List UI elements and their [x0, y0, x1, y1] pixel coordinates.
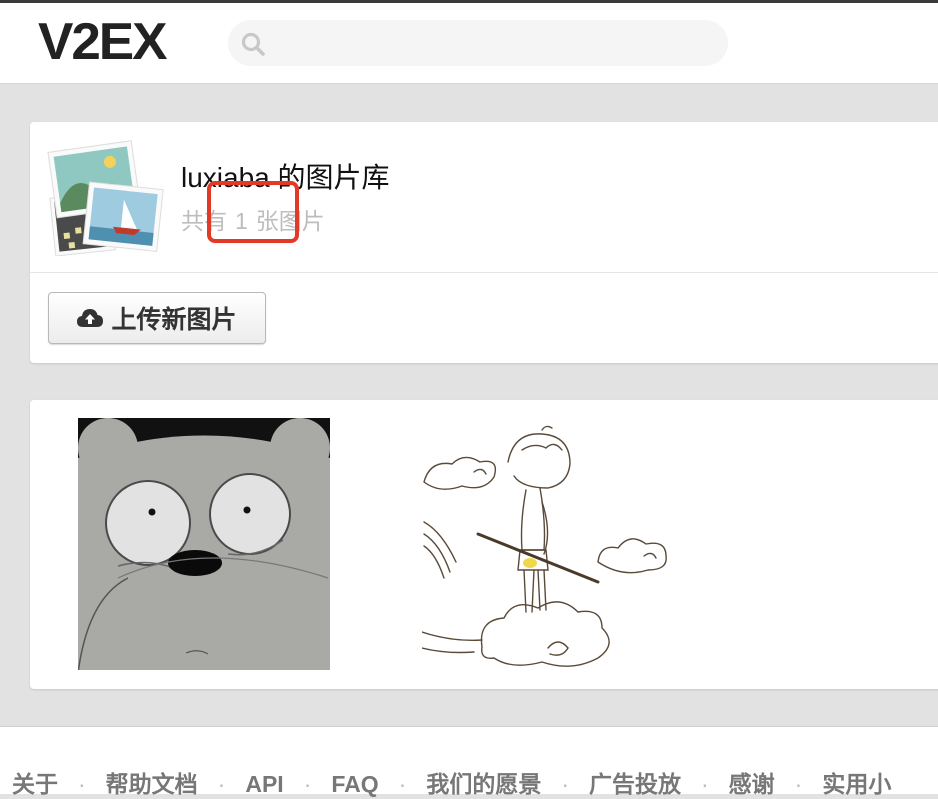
- upload-image-button[interactable]: 上传新图片: [48, 292, 266, 344]
- footer-link-about[interactable]: 关于: [12, 771, 58, 797]
- separator-dot: ·: [700, 771, 709, 797]
- bear-face-image[interactable]: [78, 418, 330, 670]
- photo-gallery-icon: [47, 140, 164, 256]
- v2ex-logo[interactable]: V2EX: [38, 13, 168, 71]
- search-icon: [241, 32, 265, 56]
- footer-link-advertise[interactable]: 广告投放: [589, 771, 681, 797]
- boy-on-cloud-sketch-image[interactable]: [422, 422, 684, 672]
- separator-dot: ·: [794, 771, 803, 797]
- separator-dot: ·: [303, 771, 312, 797]
- separator-dot: ·: [398, 771, 407, 797]
- top-header: V2EX: [0, 3, 938, 84]
- footer-link-help-docs[interactable]: 帮助文档: [106, 771, 198, 797]
- footer-link-faq[interactable]: FAQ: [331, 771, 378, 797]
- separator-dot: ·: [78, 771, 86, 797]
- footer: 关于 · 帮助文档 · API · FAQ · 我们的愿景 · 广告投放 · 感谢 · 实用小: [0, 726, 938, 797]
- footer-link-tools[interactable]: 实用小: [822, 771, 891, 797]
- red-highlight-annotation: [207, 181, 299, 243]
- image-grid: [30, 400, 938, 689]
- footer-link-vision[interactable]: 我们的愿景: [426, 771, 541, 797]
- separator-dot: ·: [561, 771, 569, 797]
- separator-dot: ·: [217, 771, 226, 797]
- divider: [30, 272, 938, 273]
- upload-button-label: 上传新图片: [111, 306, 237, 334]
- search-input[interactable]: [228, 20, 728, 66]
- gallery-header-box: luxiaba 的图片库 共有 1 张图片 上传新图片: [30, 122, 938, 363]
- footer-link-thanks[interactable]: 感谢: [729, 771, 775, 797]
- cloud-upload-icon: [77, 309, 104, 327]
- footer-link-api[interactable]: API: [245, 771, 283, 797]
